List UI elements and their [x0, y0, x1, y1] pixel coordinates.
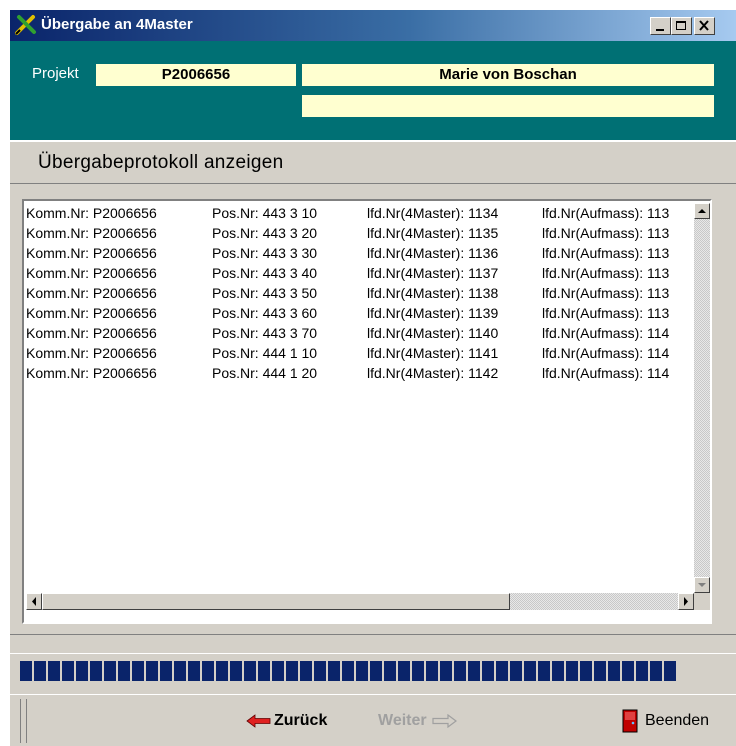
window-title: Übergabe an 4Master [41, 16, 193, 33]
pos-nr-cell: Pos.Nr: 444 1 10 [212, 345, 318, 361]
list-item[interactable]: Komm.Nr: P2006656 Pos.Nr: 443 3 50 lfd.Nr(… [26, 283, 690, 303]
arrow-right-icon [684, 597, 688, 606]
close-button[interactable] [694, 17, 715, 35]
lfd-aufmass-cell: lfd.Nr(Aufmass): 114 [542, 365, 670, 381]
maximize-button[interactable] [671, 17, 692, 35]
lfd-4master-cell: lfd.Nr(4Master): 1139 [367, 305, 499, 321]
pos-nr-cell: Pos.Nr: 443 3 50 [212, 285, 318, 301]
horizontal-scroll-thumb[interactable] [42, 593, 510, 610]
scroll-up-button[interactable] [694, 203, 710, 219]
lfd-aufmass-cell: lfd.Nr(Aufmass): 114 [542, 325, 670, 341]
lfd-aufmass-cell: lfd.Nr(Aufmass): 113 [542, 305, 670, 321]
lfd-4master-cell: lfd.Nr(4Master): 1142 [367, 365, 499, 381]
komm-nr-cell: Komm.Nr: P2006656 [26, 305, 157, 321]
protocol-rows: Komm.Nr: P2006656 Pos.Nr: 443 3 10 lfd.Nr(… [26, 203, 690, 593]
button-bar: Zurück Weiter Beenden [10, 694, 736, 746]
lfd-4master-cell: lfd.Nr(4Master): 1136 [367, 245, 499, 261]
list-item[interactable]: Komm.Nr: P2006656 Pos.Nr: 443 3 40 lfd.Nr(… [26, 263, 690, 283]
progress-fill [20, 661, 678, 681]
pos-nr-cell: Pos.Nr: 443 3 60 [212, 305, 318, 321]
lfd-4master-cell: lfd.Nr(4Master): 1140 [367, 325, 499, 341]
arrow-right-icon [432, 714, 457, 728]
next-button[interactable]: Weiter [378, 709, 457, 733]
title-bar[interactable]: Übergabe an 4Master [10, 10, 736, 41]
scroll-right-button[interactable] [678, 593, 694, 610]
lfd-4master-cell: lfd.Nr(4Master): 1141 [367, 345, 499, 361]
status-bar [10, 634, 736, 654]
lfd-4master-cell: lfd.Nr(4Master): 1138 [367, 285, 499, 301]
lfd-aufmass-cell: lfd.Nr(Aufmass): 113 [542, 245, 670, 261]
scrollbar-corner [694, 593, 710, 610]
list-item[interactable]: Komm.Nr: P2006656 Pos.Nr: 444 1 10 lfd.Nr(… [26, 343, 690, 363]
pos-nr-cell: Pos.Nr: 444 1 20 [212, 365, 318, 381]
customer-name-field: Marie von Boschan [302, 64, 714, 86]
list-item[interactable]: Komm.Nr: P2006656 Pos.Nr: 443 3 70 lfd.Nr(… [26, 323, 690, 343]
close-icon [699, 20, 709, 31]
lfd-4master-cell: lfd.Nr(4Master): 1134 [367, 205, 499, 221]
lfd-4master-cell: lfd.Nr(4Master): 1137 [367, 265, 499, 281]
pos-nr-cell: Pos.Nr: 443 3 70 [212, 325, 318, 341]
komm-nr-cell: Komm.Nr: P2006656 [26, 325, 157, 341]
komm-nr-cell: Komm.Nr: P2006656 [26, 365, 157, 381]
lfd-aufmass-cell: lfd.Nr(Aufmass): 113 [542, 285, 670, 301]
list-item[interactable]: Komm.Nr: P2006656 Pos.Nr: 443 3 20 lfd.Nr(… [26, 223, 690, 243]
komm-nr-cell: Komm.Nr: P2006656 [26, 225, 157, 241]
komm-nr-cell: Komm.Nr: P2006656 [26, 245, 157, 261]
maximize-icon [676, 21, 686, 30]
back-button[interactable]: Zurück [246, 709, 327, 733]
scroll-left-button[interactable] [26, 593, 42, 610]
arrow-up-icon [698, 209, 706, 213]
pos-nr-cell: Pos.Nr: 443 3 20 [212, 225, 318, 241]
project-number-field: P2006656 [96, 64, 296, 86]
lfd-aufmass-cell: lfd.Nr(Aufmass): 113 [542, 205, 670, 221]
komm-nr-cell: Komm.Nr: P2006656 [26, 265, 157, 281]
list-item[interactable]: Komm.Nr: P2006656 Pos.Nr: 444 1 20 lfd.Nr(… [26, 363, 690, 383]
lfd-aufmass-cell: lfd.Nr(Aufmass): 114 [542, 345, 670, 361]
lfd-aufmass-cell: lfd.Nr(Aufmass): 113 [542, 265, 670, 281]
komm-nr-cell: Komm.Nr: P2006656 [26, 205, 157, 221]
arrow-left-icon [32, 597, 36, 606]
arrow-down-icon [698, 583, 706, 587]
pos-nr-cell: Pos.Nr: 443 3 40 [212, 265, 318, 281]
project-header: Projekt P2006656 Marie von Boschan [10, 41, 736, 140]
lfd-aufmass-cell: lfd.Nr(Aufmass): 113 [542, 225, 670, 241]
scroll-down-button[interactable] [694, 577, 710, 593]
pos-nr-cell: Pos.Nr: 443 3 10 [212, 205, 318, 221]
horizontal-scrollbar[interactable] [26, 593, 694, 610]
section-header: Übergabeprotokoll anzeigen [10, 140, 736, 184]
list-item[interactable]: Komm.Nr: P2006656 Pos.Nr: 443 3 30 lfd.Nr(… [26, 243, 690, 263]
exit-button[interactable]: Beenden [622, 709, 709, 733]
vertical-scrollbar[interactable] [694, 203, 710, 593]
section-title: Übergabeprotokoll anzeigen [38, 152, 284, 173]
komm-nr-cell: Komm.Nr: P2006656 [26, 345, 157, 361]
toolbar-grip-line [26, 699, 27, 743]
lfd-4master-cell: lfd.Nr(4Master): 1135 [367, 225, 499, 241]
pos-nr-cell: Pos.Nr: 443 3 30 [212, 245, 318, 261]
minimize-button[interactable] [650, 17, 671, 35]
exit-label: Beenden [645, 712, 710, 729]
list-item[interactable]: Komm.Nr: P2006656 Pos.Nr: 443 3 60 lfd.Nr(… [26, 303, 690, 323]
progress-bar [20, 661, 713, 681]
minimize-icon [656, 29, 664, 31]
customer-line2-field [302, 95, 714, 117]
next-label: Weiter [378, 712, 427, 729]
exit-door-icon [622, 709, 638, 733]
back-label: Zurück [274, 712, 328, 729]
transfer-window: Übergabe an 4Master Projekt P2006656 Mar… [10, 10, 736, 746]
project-label: Projekt [32, 65, 79, 82]
protocol-listbox[interactable]: Komm.Nr: P2006656 Pos.Nr: 443 3 10 lfd.Nr(… [22, 199, 712, 624]
app-icon [15, 15, 36, 35]
list-item[interactable]: Komm.Nr: P2006656 Pos.Nr: 443 3 10 lfd.Nr(… [26, 203, 690, 223]
komm-nr-cell: Komm.Nr: P2006656 [26, 285, 157, 301]
arrow-left-icon [246, 714, 271, 728]
